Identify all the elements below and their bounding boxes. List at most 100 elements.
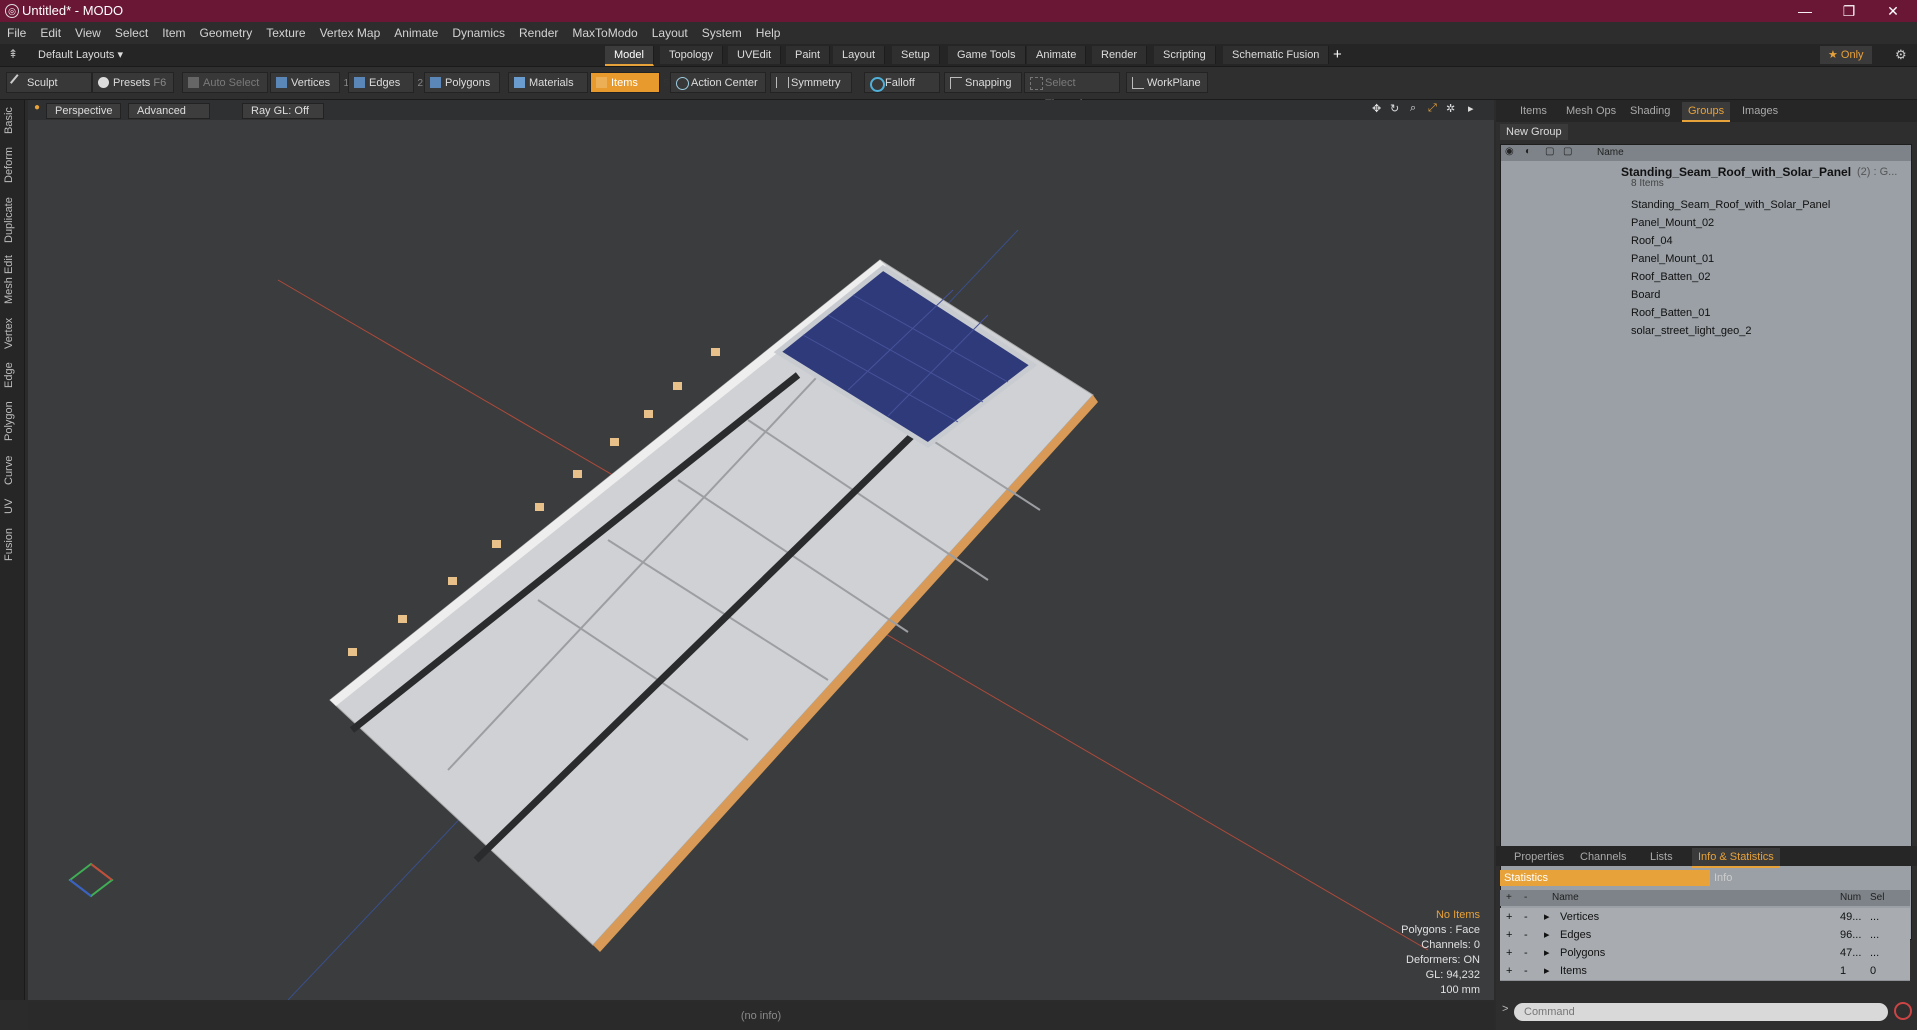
tab-fusion[interactable]: Fusion [3,524,21,564]
tab-scripting[interactable]: Scripting [1154,46,1216,64]
list-item[interactable]: Roof_04 [1501,232,1911,250]
new-group-button[interactable]: New Group [1500,124,1568,140]
tab-uvedit[interactable]: UVEdit [728,46,782,64]
tab-shading[interactable]: Shading [1624,102,1676,120]
minimize-button[interactable]: — [1783,0,1827,22]
collapse-all-icon[interactable]: - [1524,892,1527,903]
advanced-dropdown[interactable]: Advanced [128,103,210,119]
polygons-mode-button[interactable]: Polygons [424,72,500,93]
visibility-eye-icon[interactable]: ◉ [1505,146,1514,157]
tab-edge[interactable]: Edge [3,360,21,390]
command-input[interactable]: Command [1514,1003,1888,1021]
tab-duplicate[interactable]: Duplicate [3,194,21,246]
vertices-mode-button[interactable]: Vertices 1 [270,72,349,93]
menu-layout[interactable]: Layout [645,22,695,44]
menu-vertex-map[interactable]: Vertex Map [313,22,388,44]
list-item[interactable]: Board [1501,286,1911,304]
gear-icon[interactable]: ⚙ [1895,47,1907,63]
add-layout-icon[interactable]: + [1333,46,1342,63]
tab-topology[interactable]: Topology [660,46,724,64]
tab-game-tools[interactable]: Game Tools [948,46,1026,64]
fit-view-icon[interactable]: ⤢ [1428,102,1437,115]
list-item[interactable]: Standing_Seam_Roof_with_Solar_Panel [1501,196,1911,214]
list-item[interactable]: Panel_Mount_02 [1501,214,1911,232]
close-button[interactable]: ✕ [1871,0,1915,22]
tab-model[interactable]: Model [605,46,654,66]
info-tab[interactable]: Info [1710,870,1732,886]
tab-images[interactable]: Images [1736,102,1784,120]
default-layouts-dropdown[interactable]: Default Layouts ▾ [38,48,123,61]
tab-deform[interactable]: Deform [3,144,21,186]
table-row[interactable]: + - ▸ Polygons 47...... [1500,944,1910,963]
list-item[interactable]: Roof_Batten_01 [1501,304,1911,322]
menu-render[interactable]: Render [512,22,565,44]
menu-edit[interactable]: Edit [33,22,68,44]
record-icon[interactable] [1894,1002,1912,1020]
statistics-tab[interactable]: Statistics [1500,870,1710,886]
tab-groups[interactable]: Groups [1682,102,1731,122]
menu-help[interactable]: Help [749,22,788,44]
tab-paint[interactable]: Paint [786,46,831,64]
materials-mode-button[interactable]: Materials [508,72,588,93]
render-icon[interactable]: ◐ [1525,146,1531,157]
menu-system[interactable]: System [695,22,749,44]
select-icon[interactable]: ▢ [1563,146,1572,157]
workplane-button[interactable]: WorkPlane [1126,72,1208,93]
viewport-menu-icon[interactable]: ● [34,102,40,113]
menu-view[interactable]: View [68,22,108,44]
raygl-toggle[interactable]: Ray GL: Off [242,103,324,119]
zoom-view-icon[interactable]: ⌕ [1410,102,1416,115]
tab-basic[interactable]: Basic [3,104,21,138]
only-toggle[interactable]: ★ Only [1820,46,1872,64]
move-view-icon[interactable]: ✥ [1372,102,1381,115]
tab-vertex[interactable]: Vertex [3,314,21,352]
select-through-button[interactable]: Select Through [1024,72,1120,110]
menu-animate[interactable]: Animate [387,22,445,44]
list-item[interactable]: Roof_Batten_02 [1501,268,1911,286]
tab-mesh-edit[interactable]: Mesh Edit [3,254,21,306]
group-row[interactable]: Standing_Seam_Roof_with_Solar_Panel (2) … [1501,163,1911,195]
table-row[interactable]: + - ▸ Edges 96...... [1500,926,1910,945]
maximize-button[interactable]: ❐ [1827,0,1871,22]
menu-dynamics[interactable]: Dynamics [445,22,512,44]
tab-render[interactable]: Render [1092,46,1148,64]
snapping-button[interactable]: Snapping [944,72,1022,93]
menu-item[interactable]: Item [155,22,192,44]
tab-lists[interactable]: Lists [1644,848,1679,866]
list-item[interactable]: Panel_Mount_01 [1501,250,1911,268]
sculpt-button[interactable]: Sculpt [6,72,92,93]
tab-items[interactable]: Items [1514,102,1553,120]
viewport-gear-icon[interactable]: ✲ [1446,102,1455,115]
menu-texture[interactable]: Texture [259,22,312,44]
menu-maxtomodo[interactable]: MaxToModo [565,22,644,44]
tab-uv[interactable]: UV [3,496,21,516]
viewport-expand-icon[interactable]: ▸ [1468,102,1474,115]
menu-geometry[interactable]: Geometry [193,22,260,44]
tab-info-statistics[interactable]: Info & Statistics [1692,848,1780,868]
scene-canvas[interactable] [28,120,1494,1000]
tab-polygon[interactable]: Polygon [3,398,21,444]
expand-all-icon[interactable]: + [1506,892,1512,903]
list-item[interactable]: solar_street_light_geo_2 [1501,322,1911,340]
rotate-view-icon[interactable]: ↻ [1390,102,1399,115]
auto-select-button[interactable]: Auto Select [182,72,268,93]
edges-mode-button[interactable]: Edges 2 [348,72,423,93]
tab-layout[interactable]: Layout [833,46,886,64]
presets-button[interactable]: Presets F6 [92,72,174,93]
3d-viewport[interactable]: ● Perspective Advanced Ray GL: Off ✥ ↻ ⌕… [28,100,1494,1000]
items-mode-button[interactable]: Items 5 [590,72,669,93]
menu-file[interactable]: File [0,22,33,44]
tab-schematic-fusion[interactable]: Schematic Fusion [1223,46,1330,64]
table-row[interactable]: + - ▸ Vertices 49...... [1500,908,1910,927]
tab-animate[interactable]: Animate [1027,46,1087,64]
tab-mesh-ops[interactable]: Mesh Ops [1560,102,1622,120]
collapse-icon[interactable]: ⇞ [8,47,18,61]
tab-properties[interactable]: Properties [1508,848,1570,866]
lock-icon[interactable]: ▢ [1545,146,1554,157]
action-center-button[interactable]: Action Center [670,72,766,93]
tab-channels[interactable]: Channels [1574,848,1632,866]
symmetry-button[interactable]: Symmetry [770,72,852,93]
menu-select[interactable]: Select [108,22,155,44]
tab-setup[interactable]: Setup [892,46,940,64]
perspective-dropdown[interactable]: Perspective [46,103,122,119]
